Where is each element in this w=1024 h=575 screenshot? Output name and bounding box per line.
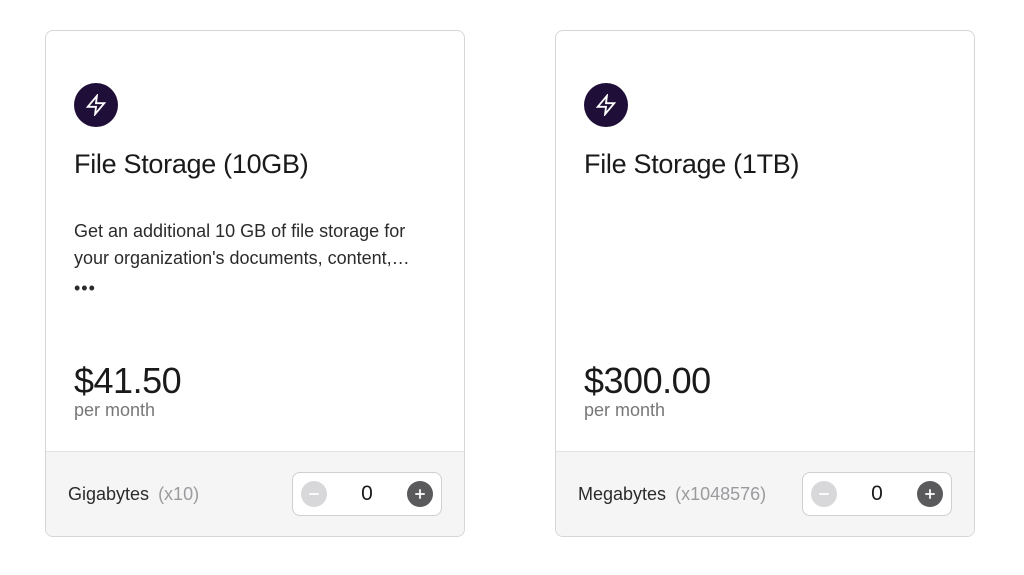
card-footer: Megabytes (x1048576) 0 [556,451,974,536]
plus-icon [923,487,937,501]
unit-label-group: Gigabytes (x10) [68,484,199,505]
lightning-icon [74,83,118,127]
price-block: $300.00 per month [584,362,946,421]
decrement-button[interactable] [811,481,837,507]
pricing-card-10gb: File Storage (10GB) Get an additional 10… [45,30,465,537]
unit-label: Gigabytes [68,484,149,504]
decrement-button[interactable] [301,481,327,507]
quantity-value: 0 [862,482,892,506]
quantity-stepper: 0 [292,472,442,516]
pricing-cards-container: File Storage (10GB) Get an additional 10… [45,30,979,537]
unit-label-group: Megabytes (x1048576) [578,484,766,505]
minus-icon [307,487,321,501]
pricing-card-1tb: File Storage (1TB) $300.00 per month Meg… [555,30,975,537]
price-period: per month [584,400,946,421]
card-footer: Gigabytes (x10) 0 [46,451,464,536]
price-value: $41.50 [74,362,436,400]
quantity-value: 0 [352,482,382,506]
card-title: File Storage (1TB) [584,149,946,180]
card-body: File Storage (1TB) $300.00 per month [556,31,974,451]
increment-button[interactable] [407,481,433,507]
minus-icon [817,487,831,501]
more-dots-icon[interactable]: ••• [74,278,436,299]
quantity-stepper: 0 [802,472,952,516]
card-title: File Storage (10GB) [74,149,436,180]
unit-multiplier: (x1048576) [675,484,766,504]
plus-icon [413,487,427,501]
lightning-icon [584,83,628,127]
card-description: Get an additional 10 GB of file storage … [74,218,436,272]
unit-label: Megabytes [578,484,666,504]
unit-multiplier: (x10) [158,484,199,504]
price-block: $41.50 per month [74,362,436,421]
price-value: $300.00 [584,362,946,400]
card-body: File Storage (10GB) Get an additional 10… [46,31,464,451]
increment-button[interactable] [917,481,943,507]
price-period: per month [74,400,436,421]
